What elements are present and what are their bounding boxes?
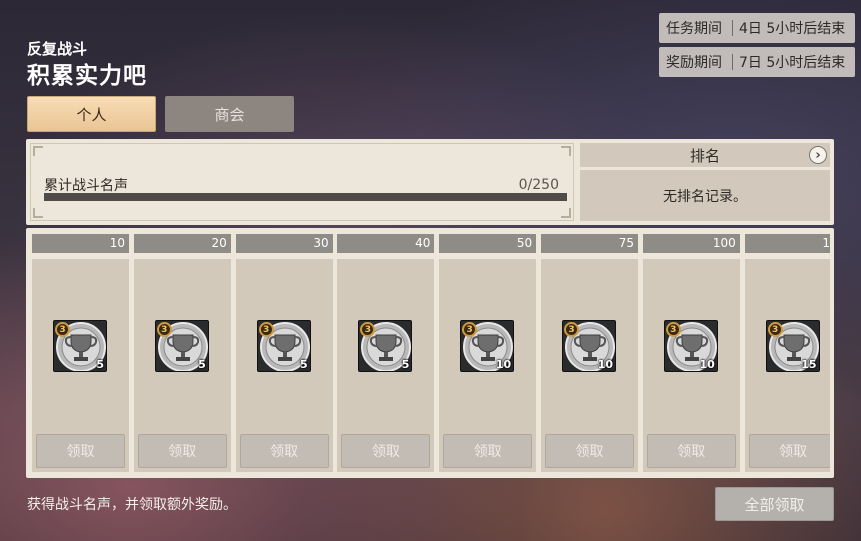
page-title: 积累实力吧 [27,63,147,89]
reward-slot: 3 5 领取 [337,259,435,472]
footer-hint: 获得战斗名声，并领取额外奖励。 [27,497,237,513]
reward-slot: 3 5 领取 [133,259,231,472]
claim-button[interactable]: 领取 [137,434,227,468]
reward-threshold: 50 [439,234,537,253]
grade-badge: 3 [258,322,274,337]
trophy-icon[interactable]: 3 10 [460,320,515,372]
reward-column: 40 3 5 领取 [337,234,435,472]
reward-count: 10 [495,358,512,371]
reward-count: 5 [198,358,206,371]
reward-period-label: 奖励期间 [666,55,722,71]
reward-column: 75 3 10 领取 [541,234,638,472]
task-period: 任务期间 4日 5小时后结束 [659,13,855,43]
reward-threshold: 100 [642,234,740,253]
reward-threshold: 30 [235,234,333,253]
reward-count: 5 [96,358,104,371]
claim-button[interactable]: 领取 [443,434,533,468]
claim-button[interactable]: 领取 [545,434,634,468]
ranking-empty: 无排名记录。 [580,170,830,221]
reward-threshold: 75 [541,234,638,253]
trophy-icon[interactable]: 3 10 [663,320,718,372]
rewards-panel: 10 3 5 领取 20 3 5 领取 30 3 5 领取 40 3 5 领取 50 3 10 领取 75 3 10 领取 10… [26,228,834,478]
trophy-icon[interactable]: 35 [256,320,311,372]
fame-value: 0/250 [518,177,559,193]
reward-column: 10 3 5 领取 [32,234,129,472]
reward-column: 100 3 10 领取 [642,234,740,472]
divider [732,20,733,36]
tab-guild[interactable]: 商会 [165,96,294,132]
reward-column: 50 3 10 领取 [439,234,537,472]
reward-slot: 3 10 领取 [541,259,638,472]
reward-column: 20 3 5 领取 [133,234,231,472]
fame-label: 累计战斗名声 [44,178,128,194]
fame-progress-bar [44,193,567,201]
trophy-icon[interactable]: 35 [154,320,209,372]
claim-button[interactable]: 领取 [748,434,830,468]
fame-progress-frame: 累计战斗名声 0/250 [30,143,574,221]
tab-personal[interactable]: 个人 [27,96,156,132]
reward-slot: 3 10 领取 [642,259,740,472]
reward-threshold: 10 [32,234,129,253]
reward-threshold: 15 [744,234,830,253]
reward-threshold: 40 [337,234,435,253]
claim-button[interactable]: 领取 [646,434,736,468]
trophy-icon[interactable]: 35 [53,320,107,372]
trophy-icon[interactable]: 3 15 [765,320,820,372]
reward-slot: 3 15 领取 [744,259,830,472]
frame-corner [561,146,571,156]
grade-badge: 3 [767,322,783,337]
frame-corner [33,146,43,156]
reward-count: 10 [597,358,613,371]
reward-count: 15 [801,358,817,371]
claim-button[interactable]: 领取 [36,434,125,468]
ranking-arrow-icon[interactable]: › [809,146,827,164]
frame-corner [33,208,43,218]
frame-corner [561,208,571,218]
task-period-value: 4日 5小时后结束 [739,21,846,37]
grade-badge: 3 [564,322,579,337]
reward-track[interactable]: 10 3 5 领取 20 3 5 领取 30 3 5 领取 40 3 5 领取 50 3 10 领取 75 3 10 领取 10… [32,234,830,474]
grade-badge: 3 [55,322,70,337]
reward-column: 15 3 15 领取 [744,234,830,472]
reward-threshold: 20 [133,234,231,253]
grade-badge: 3 [665,322,681,337]
trophy-icon[interactable]: 35 [358,320,413,372]
divider [732,54,733,70]
trophy-icon[interactable]: 3 10 [562,320,616,372]
reward-slot: 3 5 领取 [32,259,129,472]
ranking-title: 排名 [689,146,720,165]
reward-column: 30 3 5 领取 [235,234,333,472]
ranking-header: 排名 › [580,143,830,167]
reward-slot: 3 10 领取 [439,259,537,472]
fame-progress-panel: 累计战斗名声 0/250 排名 › 无排名记录。 [26,139,834,225]
reward-count: 5 [401,358,410,371]
claim-button[interactable]: 领取 [239,434,329,468]
task-period-label: 任务期间 [666,21,722,37]
reward-period: 奖励期间 7日 5小时后结束 [659,47,855,77]
reward-count: 10 [699,358,715,371]
reward-period-value: 7日 5小时后结束 [739,55,846,71]
claim-all-button[interactable]: 全部领取 [715,487,834,521]
claim-button[interactable]: 领取 [341,434,431,468]
reward-count: 5 [299,358,308,371]
grade-badge: 3 [156,322,172,337]
reward-slot: 3 5 领取 [235,259,333,472]
